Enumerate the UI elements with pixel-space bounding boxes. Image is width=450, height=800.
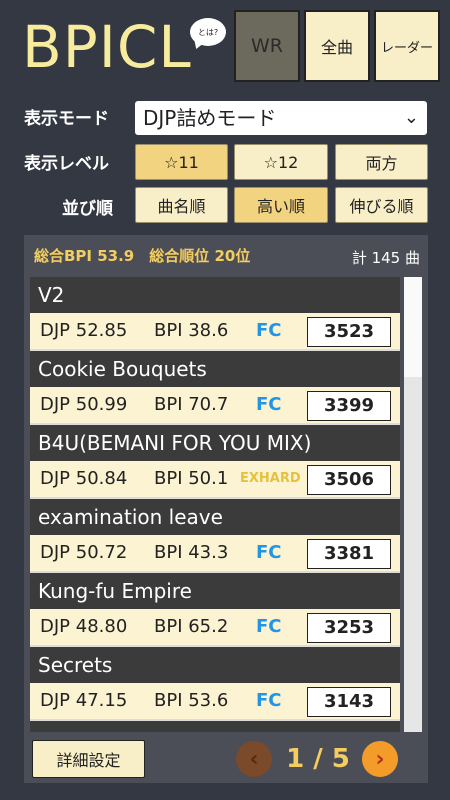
bpi-value: BPI 65.2: [154, 616, 229, 637]
djp-value: DJP 52.85: [40, 320, 128, 341]
detail-settings-button[interactable]: 詳細設定: [32, 740, 145, 778]
sort-by-high-button[interactable]: 高い順: [234, 187, 328, 223]
song-stats: DJP 47.15 BPI 53.6 FC 3143: [30, 683, 400, 719]
djp-value: DJP 50.84: [40, 468, 128, 489]
clear-lamp: EXHARD: [240, 471, 301, 486]
score-box: 3399: [307, 391, 391, 421]
sort-by-title-button[interactable]: 曲名順: [135, 187, 228, 223]
summary-text: 総合BPI 53.9 総合順位 20位: [34, 247, 251, 265]
song-title: Secrets: [30, 647, 400, 683]
song-stats: DJP 50.99 BPI 70.7 FC 3399: [30, 387, 400, 423]
clear-lamp: FC: [256, 542, 282, 563]
clear-lamp: FC: [256, 320, 282, 341]
djp-value: DJP 50.72: [40, 542, 128, 563]
display-mode-value: DJP詰めモード: [143, 106, 277, 130]
song-item[interactable]: V2 DJP 52.85 BPI 38.6 FC 3523: [30, 277, 400, 349]
djp-value: DJP 47.15: [40, 690, 128, 711]
chevron-down-icon: ⌄: [403, 107, 419, 128]
clear-lamp: FC: [256, 394, 282, 415]
display-mode-label: 表示モード: [24, 109, 109, 129]
radar-button[interactable]: レーダー: [374, 10, 440, 82]
score-box: 3506: [307, 465, 391, 495]
app-logo: BPICL: [22, 13, 192, 81]
song-count: 計 145 曲: [351, 249, 420, 267]
display-mode-select[interactable]: DJP詰めモード ⌄: [135, 101, 427, 135]
help-bubble[interactable]: とは?: [190, 18, 226, 46]
bpi-value: BPI 38.6: [154, 320, 229, 341]
song-title: B4U(BEMANI FOR YOU MIX): [30, 425, 400, 461]
bpi-value: BPI 53.6: [154, 690, 229, 711]
song-stats: DJP 52.85 BPI 38.6 FC 3523: [30, 313, 400, 349]
page-indicator: 1 / 5: [286, 744, 350, 774]
bpi-value: BPI 50.1: [154, 468, 229, 489]
song-title-partial: [30, 721, 400, 732]
song-item[interactable]: Secrets DJP 47.15 BPI 53.6 FC 3143: [30, 647, 400, 719]
score-box: 3381: [307, 539, 391, 569]
score-box: 3143: [307, 687, 391, 717]
clear-lamp: FC: [256, 690, 282, 711]
level-both-button[interactable]: 両方: [335, 144, 428, 180]
song-stats: DJP 50.72 BPI 43.3 FC 3381: [30, 535, 400, 571]
display-level-label: 表示レベル: [24, 154, 109, 174]
bpi-value: BPI 70.7: [154, 394, 229, 415]
wr-button[interactable]: WR: [234, 10, 300, 82]
song-title: Cookie Bouquets: [30, 351, 400, 387]
next-page-icon[interactable]: ›: [362, 741, 398, 777]
level-12-button[interactable]: ☆12: [234, 144, 328, 180]
song-item[interactable]: B4U(BEMANI FOR YOU MIX) DJP 50.84 BPI 50…: [30, 425, 400, 497]
score-box: 3523: [307, 317, 391, 347]
song-item[interactable]: examination leave DJP 50.72 BPI 43.3 FC …: [30, 499, 400, 571]
djp-value: DJP 48.80: [40, 616, 128, 637]
song-stats: DJP 50.84 BPI 50.1 EXHARD 3506: [30, 461, 400, 497]
bpi-value: BPI 43.3: [154, 542, 229, 563]
song-list[interactable]: V2 DJP 52.85 BPI 38.6 FC 3523 Cookie Bou…: [30, 277, 400, 732]
clear-lamp: FC: [256, 616, 282, 637]
song-item[interactable]: Kung-fu Empire DJP 48.80 BPI 65.2 FC 325…: [30, 573, 400, 645]
all-songs-button[interactable]: 全曲: [304, 10, 370, 82]
song-title: V2: [30, 277, 400, 313]
song-title: examination leave: [30, 499, 400, 535]
scrollbar-thumb[interactable]: [404, 277, 422, 377]
app-header: BPICL とは? WR 全曲 レーダー: [0, 0, 450, 92]
level-11-button[interactable]: ☆11: [135, 144, 228, 180]
song-stats: DJP 48.80 BPI 65.2 FC 3253: [30, 609, 400, 645]
song-title: Kung-fu Empire: [30, 573, 400, 609]
prev-page-icon[interactable]: ‹: [236, 741, 272, 777]
sort-by-growth-button[interactable]: 伸びる順: [335, 187, 428, 223]
sort-label: 並び順: [62, 199, 113, 219]
song-item[interactable]: [30, 721, 400, 732]
song-item[interactable]: Cookie Bouquets DJP 50.99 BPI 70.7 FC 33…: [30, 351, 400, 423]
score-box: 3253: [307, 613, 391, 643]
djp-value: DJP 50.99: [40, 394, 128, 415]
